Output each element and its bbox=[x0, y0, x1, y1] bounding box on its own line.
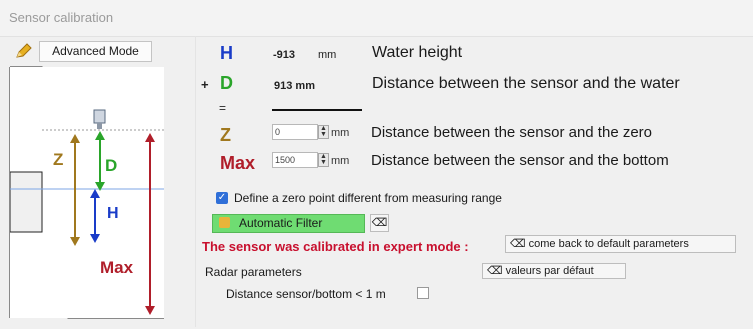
row-d-symbol: D bbox=[220, 73, 233, 93]
max-input[interactable]: 1500 bbox=[272, 152, 318, 168]
row-max-symbol: Max bbox=[220, 153, 256, 173]
distance-checkbox[interactable] bbox=[417, 287, 429, 299]
row-z-symbol: Z bbox=[220, 125, 231, 145]
sum-divider bbox=[272, 109, 362, 111]
row-max-description: Distance between the sensor and the bott… bbox=[371, 152, 669, 169]
spin-arrows-icon[interactable]: ▲ ▼ bbox=[318, 125, 329, 139]
radar-parameters-title: Radar parameters bbox=[205, 265, 302, 279]
distance-label: Distance sensor/bottom < 1 m bbox=[226, 287, 386, 301]
automatic-filter-label: Automatic Filter bbox=[239, 216, 323, 230]
pencil-icon[interactable] bbox=[14, 42, 34, 60]
default-values-label: valeurs par défaut bbox=[505, 265, 594, 277]
row-h-symbol: H bbox=[220, 43, 233, 63]
row-max-unit: mm bbox=[331, 155, 350, 167]
zero-point-label: Define a zero point different from measu… bbox=[234, 191, 502, 205]
expert-mode-message: The sensor was calibrated in expert mode… bbox=[202, 239, 469, 254]
backspace-icon[interactable]: ⌫ bbox=[370, 214, 389, 232]
z-input[interactable]: 0 bbox=[272, 124, 318, 140]
row-z-unit: mm bbox=[331, 127, 350, 139]
row-z-description: Distance between the sensor and the zero bbox=[371, 124, 653, 141]
equals-sign: = bbox=[219, 101, 227, 115]
row-h-value: -913 bbox=[273, 49, 296, 61]
diagram-label-max: Max bbox=[100, 258, 134, 277]
row-d-description: Distance between the sensor and the wate… bbox=[372, 75, 680, 92]
measure-arrows bbox=[70, 131, 155, 315]
row-h-unit: mm bbox=[318, 49, 337, 61]
panel-divider bbox=[195, 36, 196, 327]
backspace-icon: ⌫ bbox=[510, 238, 526, 250]
advanced-mode-button[interactable]: Advanced Mode bbox=[39, 41, 152, 62]
zero-point-checkbox[interactable]: ✓ bbox=[216, 192, 228, 204]
spin-arrows-icon[interactable]: ▲ ▼ bbox=[318, 153, 329, 167]
backspace-icon: ⌫ bbox=[487, 265, 503, 277]
row-d-value: 913 mm bbox=[274, 80, 315, 92]
filter-icon bbox=[219, 217, 230, 228]
diagram-label-h: H bbox=[107, 205, 119, 222]
row-h-description: Water height bbox=[372, 44, 463, 61]
window-title: Sensor calibration bbox=[9, 10, 114, 25]
back-to-default-label: come back to default parameters bbox=[528, 238, 689, 250]
row-d-prefix: + bbox=[201, 77, 209, 92]
diagram-label-d: D bbox=[105, 156, 118, 175]
diagram-label-z: Z bbox=[53, 150, 64, 169]
default-values-button[interactable]: ⌫ valeurs par défaut bbox=[482, 263, 626, 279]
back-to-default-button[interactable]: ⌫ come back to default parameters bbox=[505, 235, 736, 253]
